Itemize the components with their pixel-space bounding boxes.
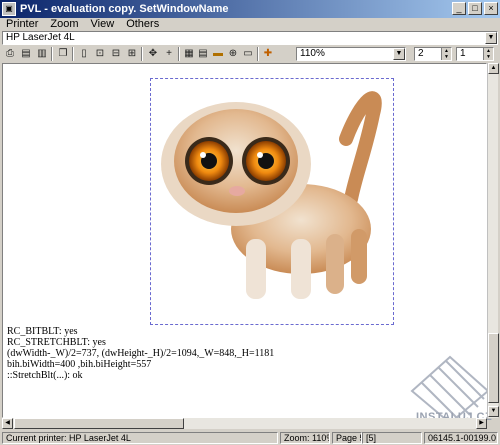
close-button[interactable]: × bbox=[484, 2, 498, 15]
fit-width-icon[interactable]: ⊟ bbox=[109, 47, 123, 61]
scroll-left-icon[interactable]: ◀ bbox=[2, 418, 13, 429]
log-line: ::StretchBlt(...): ok bbox=[7, 370, 83, 381]
spin-1[interactable]: 2 ▲ ▼ bbox=[414, 47, 452, 61]
zoom-out-icon[interactable]: ▭ bbox=[241, 47, 255, 61]
log-line: (dwWidth-_W)/2=737, (dwHeight-_H)/2=1094… bbox=[7, 348, 275, 359]
status-page: Page 5 bbox=[332, 432, 362, 444]
chevron-down-icon[interactable]: ▼ bbox=[485, 32, 497, 44]
spin-1-value: 2 bbox=[418, 48, 424, 59]
scroll-down-icon[interactable]: ▼ bbox=[488, 406, 499, 417]
page-frame bbox=[150, 78, 394, 325]
move-icon[interactable]: ✥ bbox=[146, 47, 160, 61]
menu-others[interactable]: Others bbox=[126, 18, 159, 30]
title-bar: ▣ PVL - evaluation copy. SetWindowName _… bbox=[0, 0, 500, 18]
status-printer: Current printer: HP LaserJet 4L bbox=[2, 432, 278, 444]
menu-printer[interactable]: Printer bbox=[6, 18, 38, 30]
zoom-combo[interactable]: 110% ▼ bbox=[296, 47, 406, 61]
scroll-up-icon[interactable]: ▲ bbox=[488, 63, 499, 74]
spin-arrows-icon[interactable]: ▲ ▼ bbox=[483, 48, 493, 60]
vertical-scrollbar[interactable]: ▲ ▼ bbox=[487, 63, 499, 418]
menu-view[interactable]: View bbox=[91, 18, 115, 30]
minimize-button[interactable]: _ bbox=[452, 2, 466, 15]
maximize-button[interactable]: □ bbox=[468, 2, 482, 15]
print-preview-icon[interactable]: ▤ bbox=[19, 47, 33, 61]
zoom-combo-value: 110% bbox=[300, 48, 325, 59]
horizontal-scroll-thumb[interactable] bbox=[14, 418, 184, 429]
pin-icon[interactable]: ✚ bbox=[261, 47, 275, 61]
printer-select[interactable]: HP LaserJet 4L ▼ bbox=[2, 31, 498, 45]
menu-bar: Printer Zoom View Others bbox=[0, 18, 500, 30]
vertical-scroll-thumb[interactable] bbox=[488, 333, 499, 403]
horizontal-scrollbar[interactable]: ◀ ▶ bbox=[2, 418, 487, 429]
window-title: PVL - evaluation copy. SetWindowName bbox=[20, 3, 229, 15]
chevron-down-icon[interactable]: ▼ bbox=[393, 48, 405, 60]
calc-icon[interactable]: ▦ bbox=[182, 47, 196, 61]
log-line: RC_BITBLT: yes bbox=[7, 326, 78, 337]
menu-zoom[interactable]: Zoom bbox=[50, 18, 78, 30]
log-line: RC_STRETCHBLT: yes bbox=[7, 337, 106, 348]
log-line: bih.biWidth=400 ,bih.biHeight=557 bbox=[7, 359, 152, 370]
status-page-index: [5] bbox=[362, 432, 422, 444]
status-bar: Current printer: HP LaserJet 4L Zoom: 11… bbox=[0, 431, 500, 445]
spin-2[interactable]: 1 ▲ ▼ bbox=[456, 47, 494, 61]
printer-select-value: HP LaserJet 4L bbox=[6, 32, 75, 43]
status-coords: 06145.1-00199.0 bbox=[424, 432, 498, 444]
page-icon[interactable]: ▯ bbox=[77, 47, 91, 61]
copy-icon[interactable]: ❐ bbox=[56, 47, 70, 61]
scroll-right-icon[interactable]: ▶ bbox=[476, 418, 487, 429]
spin-arrows-icon[interactable]: ▲ ▼ bbox=[441, 48, 451, 60]
zoom-in-icon[interactable]: ⊕ bbox=[226, 47, 240, 61]
zoom-page-icon[interactable]: ⊞ bbox=[125, 47, 139, 61]
log-output: RC_BITBLT: yes RC_STRETCHBLT: yes (dwWid… bbox=[7, 326, 274, 381]
fit-page-icon[interactable]: ⊡ bbox=[93, 47, 107, 61]
spin-2-value: 1 bbox=[460, 48, 466, 59]
stretch-icon[interactable]: ▤ bbox=[196, 47, 210, 61]
print-icon[interactable]: ⎙ bbox=[3, 47, 17, 61]
page-setup-icon[interactable]: ▥ bbox=[35, 47, 49, 61]
cat-image bbox=[161, 91, 382, 299]
status-zoom: Zoom: 110% bbox=[280, 432, 330, 444]
app-icon[interactable]: ▣ bbox=[2, 2, 16, 16]
crosshair-icon[interactable]: + bbox=[162, 47, 176, 61]
bitmap-icon[interactable]: ▬ bbox=[211, 47, 225, 61]
